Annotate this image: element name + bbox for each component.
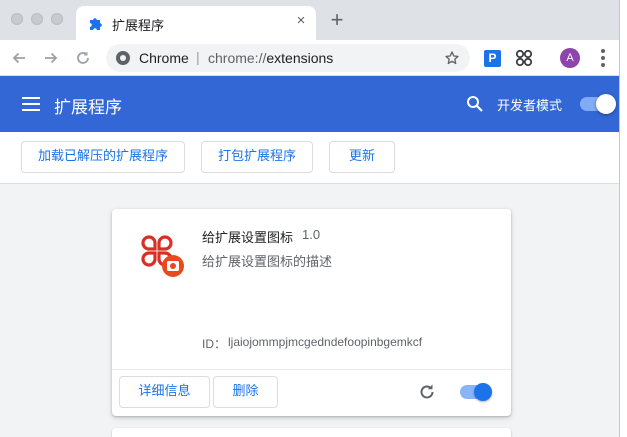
tab-title: 扩展程序 xyxy=(112,19,165,34)
extension-clover-icon xyxy=(141,235,184,277)
extension-card: 给扩展设置图标 1.0 给扩展设置图标的描述 ID： ljaiojommpjmc… xyxy=(112,209,511,416)
puzzle-icon xyxy=(90,18,102,30)
browser-toolbar: Chrome | chrome://extensions P A xyxy=(0,40,627,76)
reload-icon[interactable] xyxy=(72,47,94,69)
remove-button[interactable]: 删除 xyxy=(213,376,278,408)
extension-enable-toggle[interactable] xyxy=(460,383,494,401)
more-menu-icon[interactable] xyxy=(598,48,608,68)
window-close-button[interactable] xyxy=(11,13,23,25)
window-zoom-button[interactable] xyxy=(51,13,63,25)
details-button[interactable]: 详细信息 xyxy=(119,376,210,408)
extensions-header: 扩展程序 开发者模式 xyxy=(0,76,627,132)
developer-mode-label: 开发者模式 xyxy=(497,99,563,114)
load-unpacked-button[interactable]: 加载已解压的扩展程序 xyxy=(21,141,185,173)
developer-mode-toggle[interactable] xyxy=(580,94,616,114)
developer-action-bar: 加载已解压的扩展程序 打包扩展程序 更新 xyxy=(0,132,627,184)
page-title: 扩展程序 xyxy=(54,98,122,118)
window-minimize-button[interactable] xyxy=(31,13,43,25)
hamburger-menu-icon[interactable] xyxy=(22,97,40,111)
reload-extension-icon[interactable] xyxy=(417,382,437,402)
url-host: extensions xyxy=(266,50,334,66)
new-tab-button[interactable]: + xyxy=(326,9,348,31)
extension-p-icon[interactable]: P xyxy=(484,50,501,67)
next-extension-card xyxy=(112,428,511,437)
chrome-logo-icon xyxy=(116,51,130,65)
extension-id-label: ID： xyxy=(202,337,227,351)
address-bar[interactable]: Chrome | chrome://extensions xyxy=(106,44,470,72)
origin-chip: Chrome xyxy=(139,50,189,66)
forward-arrow-icon[interactable] xyxy=(40,47,62,69)
tab-extensions[interactable]: 扩展程序 × xyxy=(76,6,316,40)
profile-avatar[interactable]: A xyxy=(560,48,580,68)
clover-extension-icon[interactable] xyxy=(514,48,534,68)
omnibox-separator: | xyxy=(196,49,200,65)
pack-extension-button[interactable]: 打包扩展程序 xyxy=(201,141,313,173)
search-icon[interactable] xyxy=(466,95,484,113)
extension-description: 给扩展设置图标的描述 xyxy=(202,255,333,270)
extension-version: 1.0 xyxy=(302,227,321,242)
bookmark-star-icon[interactable] xyxy=(444,50,460,66)
update-button[interactable]: 更新 xyxy=(329,141,395,173)
extension-id: ljaiojommpjmcgedndefoopinbgemkcf xyxy=(228,335,423,349)
tab-strip: 扩展程序 × + xyxy=(0,0,627,40)
close-tab-icon[interactable]: × xyxy=(292,12,310,30)
background-window-edge xyxy=(619,0,627,437)
back-arrow-icon[interactable] xyxy=(8,47,30,69)
extension-name: 给扩展设置图标 xyxy=(202,231,294,246)
url-text: chrome://extensions xyxy=(208,50,333,66)
url-scheme: chrome:// xyxy=(208,50,267,66)
card-divider xyxy=(112,369,511,370)
